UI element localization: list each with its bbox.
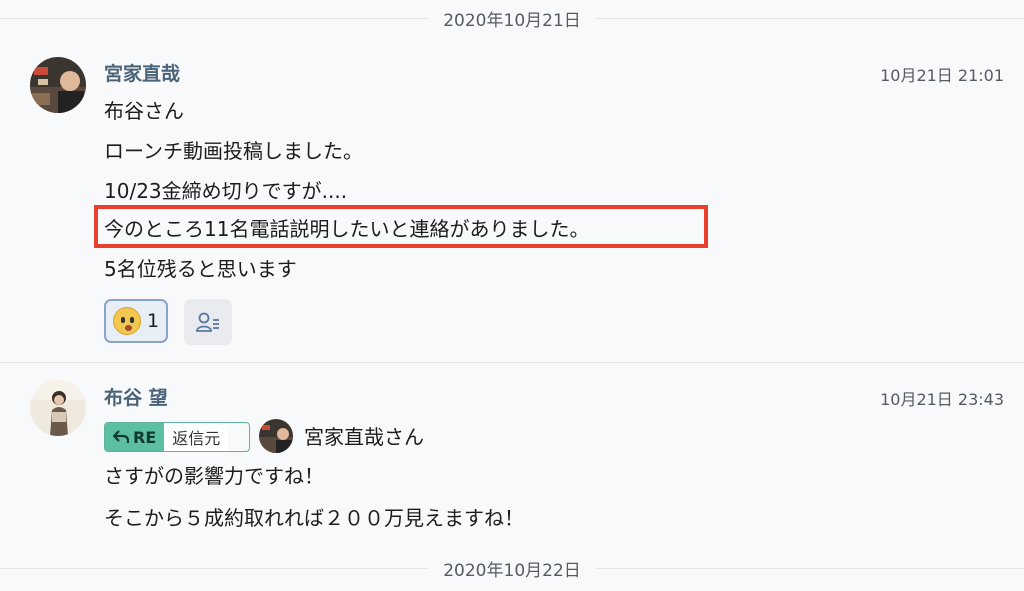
re-label: RE (133, 427, 157, 447)
message-line: 布谷さん (104, 99, 184, 123)
date-separator: 2020年10月21日 (0, 5, 1024, 31)
message-line: 5名位残ると思います (104, 257, 297, 281)
timestamp: 10月21日 21:01 (880, 66, 1004, 85)
author-name[interactable]: 宮家直哉 (104, 59, 180, 86)
author-name[interactable]: 布谷 望 (104, 383, 168, 410)
date-separator-label: 2020年10月21日 (429, 5, 595, 31)
reaction-count: 1 (146, 310, 160, 332)
message-divider (0, 362, 1024, 363)
reply-source-label: 返信元 (164, 423, 229, 451)
message-line: 10/23金締め切りですが.... (104, 179, 348, 203)
message-line: ローンチ動画投稿しました。 (104, 139, 363, 163)
reply-to-name[interactable]: 宮家直哉さん (304, 421, 424, 450)
avatar[interactable] (30, 57, 86, 113)
avatar[interactable] (30, 380, 86, 436)
reply-to-avatar (259, 419, 293, 453)
reply-arrow-icon (113, 430, 129, 443)
highlight-box (94, 205, 708, 248)
timestamp: 10月21日 23:43 (880, 390, 1004, 409)
date-separator-label: 2020年10月22日 (429, 555, 595, 581)
add-reaction-button[interactable] (184, 299, 232, 345)
message-line: そこから５成約取れれば２００万見えますね！ (104, 506, 524, 530)
reaction-button[interactable]: 1 (104, 299, 168, 343)
surprised-face-icon (112, 307, 141, 335)
message-line: さすがの影響力ですね！ (104, 464, 324, 488)
reply-badge[interactable]: RE 返信元 (104, 422, 250, 452)
user-list-icon (196, 312, 219, 332)
date-separator: 2020年10月22日 (0, 555, 1024, 581)
